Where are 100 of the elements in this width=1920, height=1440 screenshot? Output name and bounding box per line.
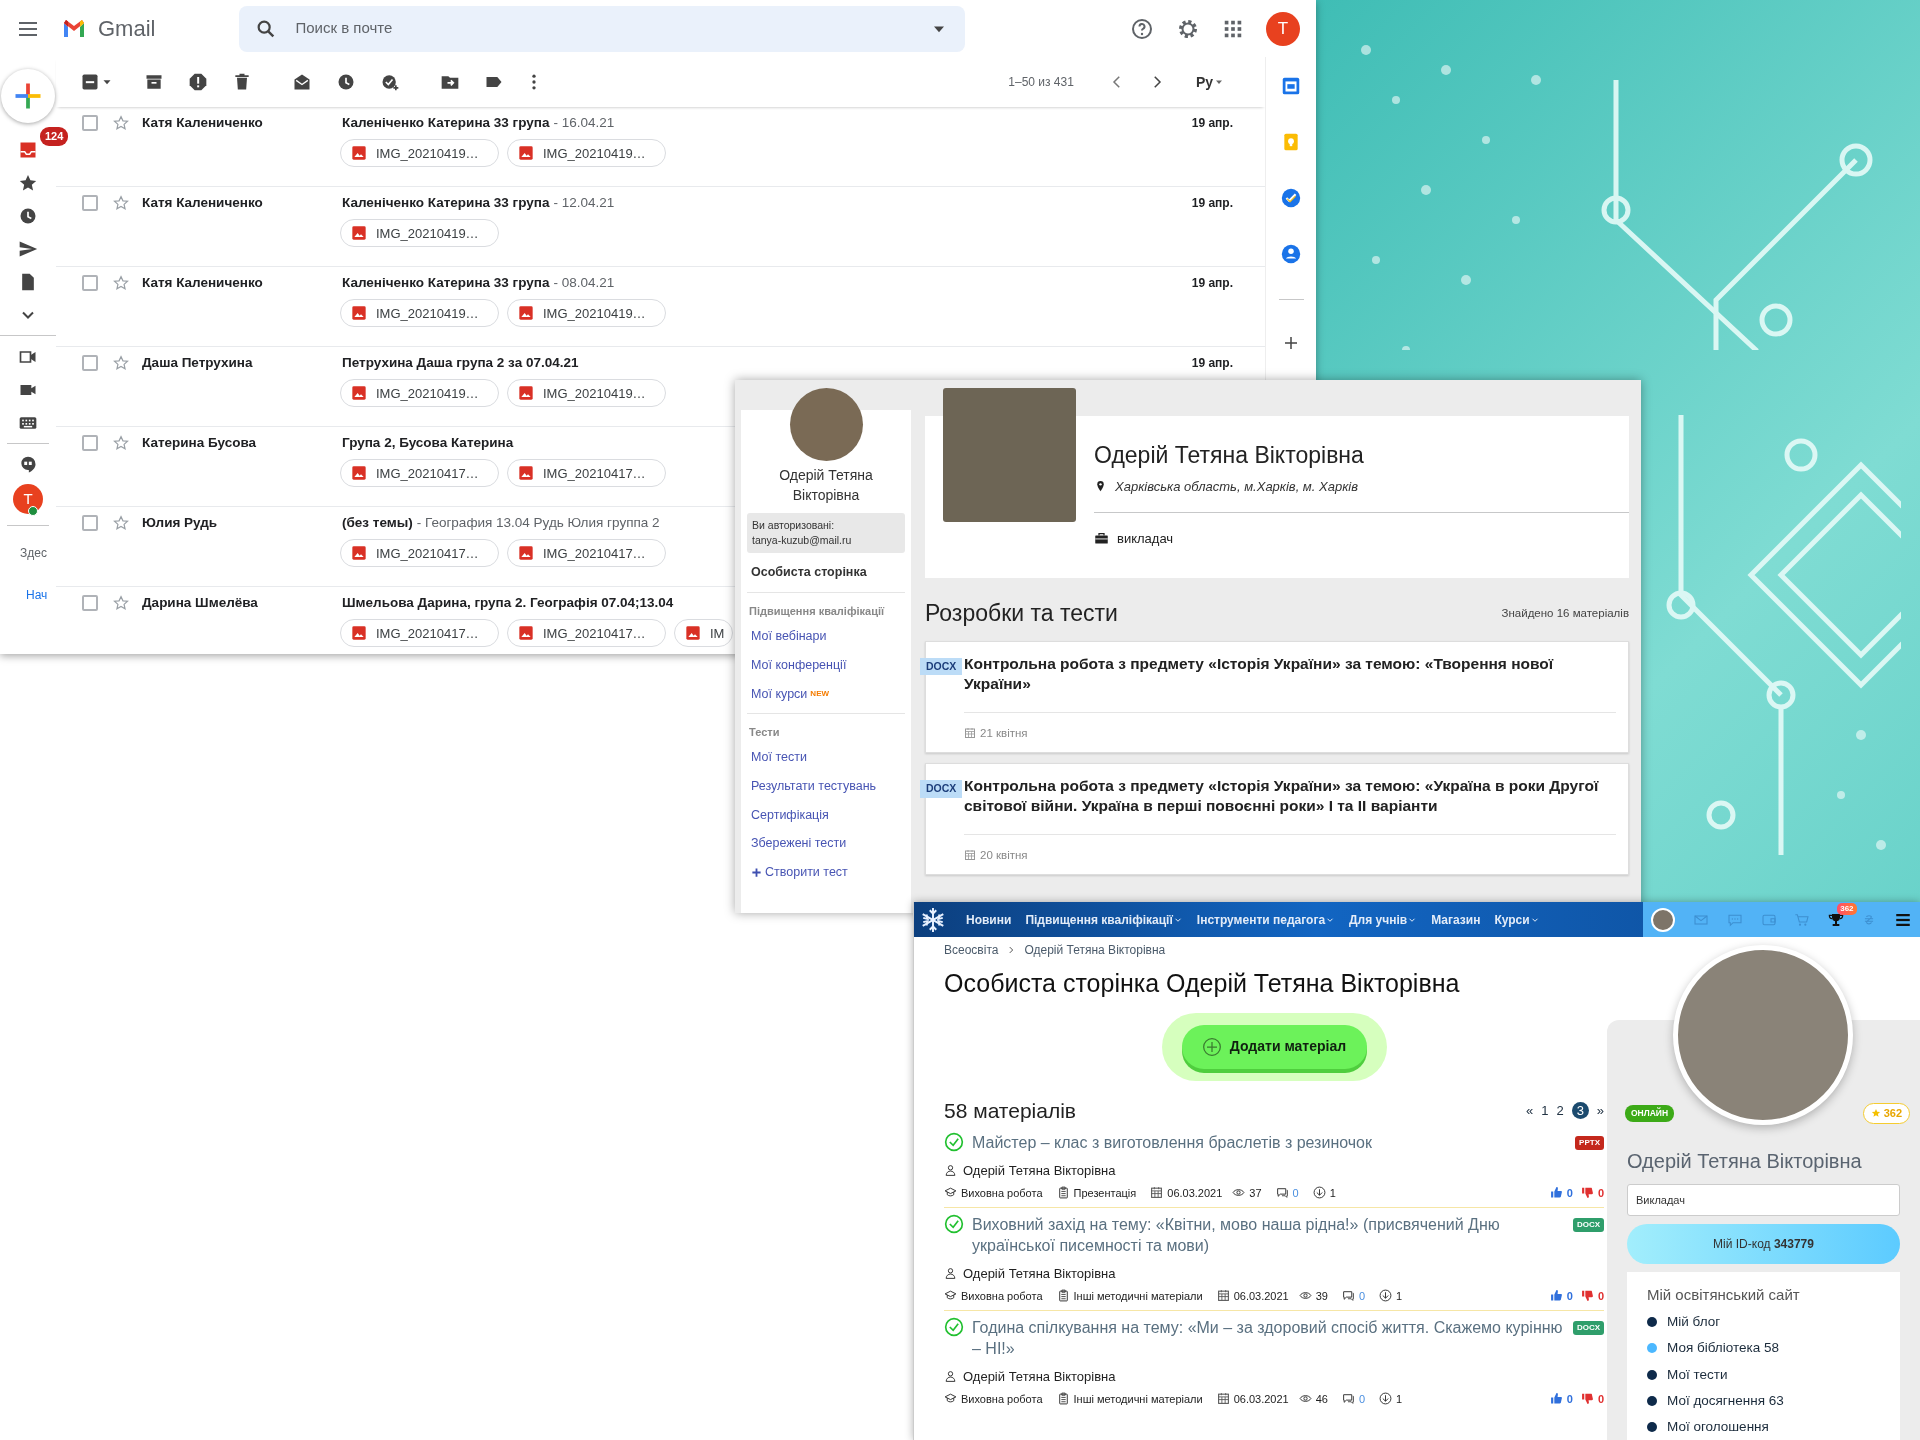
nav-menu-item[interactable]: Курси bbox=[1494, 910, 1540, 929]
trash-icon[interactable] bbox=[232, 72, 252, 92]
sidebar-link[interactable]: Мої вебінари bbox=[747, 622, 905, 651]
sidebar-link[interactable]: Мої тести bbox=[747, 743, 905, 772]
row-checkbox[interactable] bbox=[82, 355, 98, 372]
snowflake-logo-icon[interactable] bbox=[920, 906, 946, 933]
sidebar-link[interactable]: Мої курси NEW bbox=[747, 679, 905, 709]
id-code-button[interactable]: Мій ID-код 343779 bbox=[1627, 1223, 1900, 1264]
star-icon[interactable] bbox=[112, 274, 130, 293]
author-name[interactable]: Одерій Тетяна Вікторівна bbox=[963, 1264, 1116, 1284]
comments-count: 0 bbox=[1359, 1288, 1366, 1304]
profile-name: Одерій Тетяна Вікторівна bbox=[1094, 441, 1365, 470]
contacts-icon[interactable] bbox=[1280, 243, 1302, 265]
sidebar-link[interactable]: Мої конференції bbox=[747, 651, 905, 680]
select-checkbox-icon[interactable] bbox=[80, 72, 100, 92]
sender-name: Катя Калениченко bbox=[142, 114, 264, 132]
thumbs-down-icon[interactable] bbox=[1580, 1186, 1594, 1200]
date-text: 06.03.2021 bbox=[1233, 1391, 1289, 1407]
material-title[interactable]: Контрольна робота з предмету «Історія України» за темою: «Україна в роки Другої світової війни. Україна в перші повоєнні роки» І та ІІ варіанти bbox=[964, 775, 1616, 816]
page-link[interactable]: 3 bbox=[1571, 1101, 1589, 1119]
download-icon bbox=[1312, 1186, 1326, 1200]
thumbs-down-icon[interactable] bbox=[1580, 1289, 1594, 1303]
thumbs-up-icon[interactable] bbox=[1549, 1392, 1563, 1406]
material-title[interactable]: Година спілкування на тему: «Ми – за здоровий спосіб життя. Скажемо курінню – НІ!» bbox=[972, 1317, 1565, 1359]
page-link[interactable]: 2 bbox=[1556, 1100, 1564, 1120]
material-title[interactable]: Контрольна робота з предмету «Історія України» за темою: «Творення нової України» bbox=[964, 653, 1616, 694]
search-bar[interactable]: Поиск в почте bbox=[239, 5, 966, 52]
person-icon bbox=[944, 1370, 957, 1384]
sidebar-link[interactable]: Створити тест bbox=[747, 858, 905, 887]
type-text: Інші методичні матеріали bbox=[1073, 1288, 1203, 1304]
user-avatar[interactable] bbox=[1651, 907, 1675, 932]
calendar-icon bbox=[1216, 1392, 1230, 1406]
tasks-icon[interactable] bbox=[1280, 187, 1302, 209]
envelope-icon[interactable] bbox=[292, 72, 312, 92]
search-field[interactable]: Поиск в почте bbox=[293, 16, 914, 41]
help-icon[interactable] bbox=[1130, 16, 1154, 41]
email-subject: Петрухина Даша група 2 за 07.04.21 bbox=[342, 354, 579, 372]
image-file-icon bbox=[518, 545, 534, 562]
row-checkbox[interactable] bbox=[82, 435, 98, 452]
row-checkbox[interactable] bbox=[82, 275, 98, 292]
nav-menu-item[interactable]: Інструменти педагога bbox=[1196, 910, 1336, 929]
category-text: Виховна робота bbox=[961, 1391, 1043, 1407]
start-link[interactable]: Нач bbox=[0, 586, 56, 604]
chat-bubble-icon[interactable] bbox=[18, 454, 38, 475]
file-format-tag: DOCX bbox=[1572, 1218, 1604, 1232]
add-icon[interactable] bbox=[1282, 334, 1300, 352]
language-selector[interactable]: Ру bbox=[1195, 71, 1225, 93]
nav-menu-item[interactable]: Новини bbox=[966, 910, 1012, 929]
nav-menu-item[interactable]: Магазин bbox=[1431, 910, 1481, 929]
sidebar-link[interactable]: Результати тестувань bbox=[747, 771, 905, 801]
author-name[interactable]: Одерій Тетяна Вікторівна bbox=[963, 1161, 1116, 1181]
page-link[interactable]: » bbox=[1596, 1100, 1604, 1120]
author-name[interactable]: Одерій Тетяна Вікторівна bbox=[963, 1367, 1116, 1387]
site-link[interactable]: Мої досягнення 63 bbox=[1667, 1390, 1784, 1411]
star-icon[interactable] bbox=[112, 114, 130, 133]
archive-icon[interactable] bbox=[144, 72, 164, 92]
dislikes-count: 0 bbox=[1597, 1391, 1604, 1407]
type-text: Презентація bbox=[1073, 1185, 1137, 1201]
material-title[interactable]: Майстер – клас з виготовлення браслетів з резиночок bbox=[972, 1132, 1372, 1153]
site-link[interactable]: Мій блог bbox=[1667, 1312, 1721, 1333]
star-icon[interactable] bbox=[112, 514, 130, 533]
row-checkbox[interactable] bbox=[82, 115, 98, 132]
chat-avatar[interactable]: T bbox=[13, 484, 43, 514]
thumbs-down-icon[interactable] bbox=[1580, 1392, 1594, 1406]
thumbs-up-icon[interactable] bbox=[1549, 1186, 1563, 1200]
person-icon bbox=[944, 1267, 957, 1281]
compose-button[interactable] bbox=[1, 69, 55, 123]
row-checkbox[interactable] bbox=[82, 515, 98, 532]
breadcrumb-link[interactable]: Всеосвіта bbox=[944, 941, 999, 959]
material-title[interactable]: Виховний захід на тему: «Квітни, мово наша рідна!» (присвячений Дню української писемності та мови) bbox=[972, 1214, 1565, 1256]
profile-name: Одерій Тетяна Вікторівна bbox=[1627, 1148, 1863, 1174]
nav-menu-item[interactable]: Підвищення кваліфікації bbox=[1025, 910, 1183, 929]
sidebar-link[interactable]: Сертифікація bbox=[747, 800, 905, 830]
page-link[interactable]: 1 bbox=[1541, 1100, 1549, 1120]
report-icon[interactable] bbox=[188, 72, 208, 92]
star-icon[interactable] bbox=[112, 354, 130, 373]
page-link[interactable]: « bbox=[1526, 1100, 1534, 1120]
star-icon[interactable] bbox=[112, 434, 130, 453]
site-link[interactable]: Моя бібліотека 58 bbox=[1667, 1338, 1779, 1359]
row-checkbox[interactable] bbox=[82, 595, 98, 612]
site-link[interactable]: Мої оголошення bbox=[1667, 1417, 1769, 1438]
account-avatar[interactable]: T bbox=[1266, 11, 1300, 46]
check-plus-icon[interactable] bbox=[380, 72, 400, 92]
row-checkbox[interactable] bbox=[82, 195, 98, 212]
trophy-icon[interactable] bbox=[1828, 912, 1845, 929]
calendar-icon bbox=[1150, 1186, 1164, 1200]
calendar-icon[interactable] bbox=[1280, 75, 1302, 97]
star-icon[interactable] bbox=[112, 594, 130, 613]
views-count: 37 bbox=[1249, 1185, 1262, 1201]
personal-page-link[interactable]: Особиста сторінка bbox=[747, 553, 905, 593]
clock-icon[interactable] bbox=[336, 72, 356, 92]
thumbs-up-icon[interactable] bbox=[1549, 1289, 1563, 1303]
site-link[interactable]: Мої тести bbox=[1667, 1364, 1728, 1385]
likes-count: 0 bbox=[1566, 1185, 1573, 1201]
auth-label: Ви авторизовані: bbox=[752, 518, 836, 533]
nav-menu-item[interactable]: Для учнів bbox=[1349, 910, 1418, 929]
sidebar-link[interactable]: Збережені тести bbox=[747, 829, 905, 858]
pin-icon bbox=[1094, 479, 1107, 493]
star-icon[interactable] bbox=[112, 194, 130, 213]
role-field[interactable]: Викладач bbox=[1627, 1183, 1900, 1216]
